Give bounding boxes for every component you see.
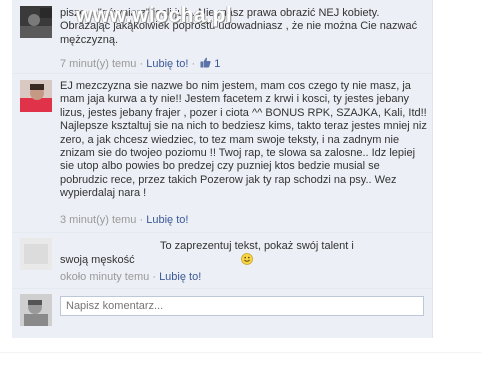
comment-text: To zaprezentuj tekst, pokaż swój talent … [60,240,354,267]
avatar[interactable] [20,80,52,112]
avatar[interactable] [20,238,52,270]
comment-timestamp: 7 minut(y) temu [60,58,137,70]
comment-timestamp: 3 minut(y) temu [60,214,137,226]
like-count[interactable]: 1 [214,58,220,70]
comment-body: To zaprezentuj tekst, pokaż swój talent … [60,240,360,268]
watermark-logo: www.wiocha.pl [76,4,233,27]
like-link[interactable]: Lubię to! [146,214,188,226]
comment-divider [12,288,432,289]
facebook-comment-thread-page: pisze ,, "gówniarz" jesli już . Nie masz… [0,0,481,366]
avatar[interactable] [20,6,52,38]
comment-input[interactable] [60,296,424,316]
comment-meta: 7 minut(y) temu · Lubię to! · 1 [60,57,221,71]
comment-text: EJ mezczyzna sie nazwe bo nim jestem, ma… [60,80,427,200]
divider [0,352,481,353]
comment-thread: pisze ,, "gówniarz" jesli już . Nie masz… [12,0,433,338]
comment-meta: 3 minut(y) temu · Lubię to! [60,214,189,226]
smiley-icon [141,253,253,266]
comment-2: EJ mezczyzna sie nazwe bo nim jestem, ma… [12,74,432,232]
like-link[interactable]: Lubię to! [159,271,201,283]
comment-timestamp: około minuty temu [60,271,150,283]
like-link[interactable]: Lubię to! [146,58,188,70]
thumbs-up-icon[interactable] [200,57,211,71]
comment-3: To zaprezentuj tekst, pokaż swój talent … [12,233,432,287]
comment-meta: około minuty temu · Lubię to! [60,271,202,283]
comment-body: EJ mezczyzna sie nazwe bo nim jestem, ma… [60,80,428,201]
my-avatar [20,294,52,326]
